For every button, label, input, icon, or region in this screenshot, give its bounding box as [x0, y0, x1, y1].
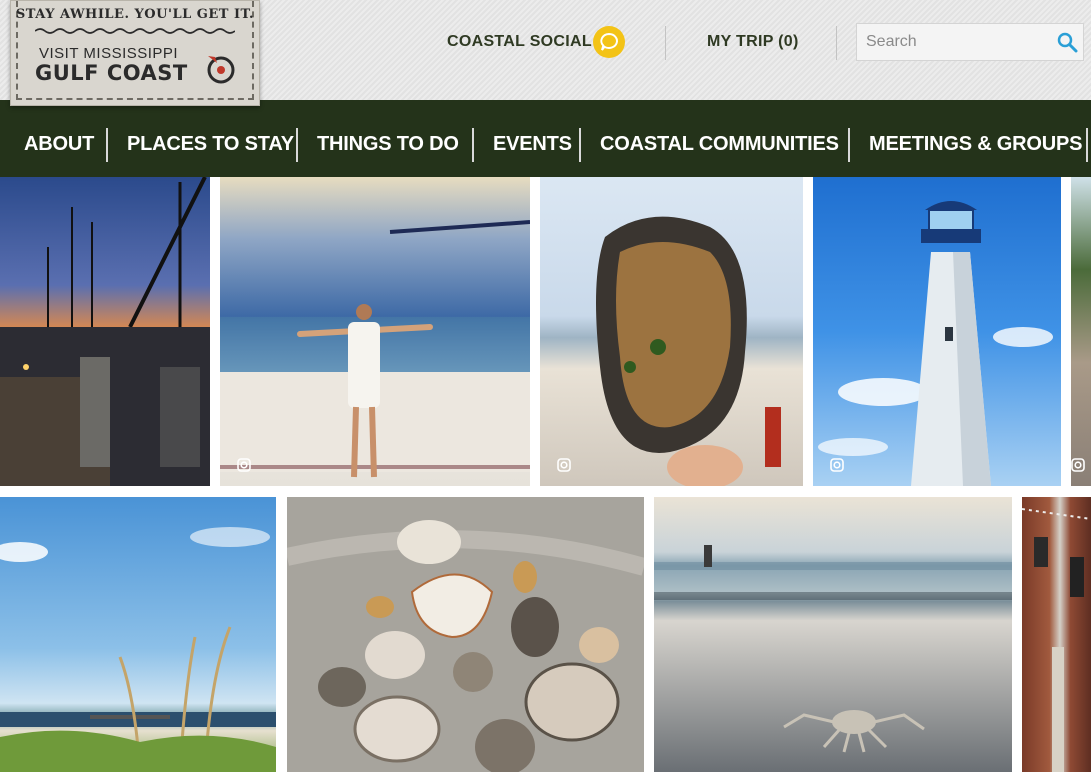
lighthouse-illustration: [818, 201, 1053, 486]
nav-divider: [1086, 128, 1088, 162]
search-box: [856, 23, 1084, 61]
logo-tagline: STAY AWHILE. YOU'LL GET IT.: [15, 7, 255, 22]
search-input[interactable]: [857, 24, 1047, 60]
chat-bubble-icon[interactable]: [593, 26, 625, 58]
header-divider: [836, 26, 837, 60]
nav-item-things-to-do[interactable]: THINGS TO DO: [317, 133, 459, 156]
nav-divider: [848, 128, 850, 162]
instagram-icon: [1071, 458, 1085, 472]
photo-grilled-oyster[interactable]: [540, 177, 803, 486]
mosaic-illustration: [220, 220, 530, 478]
logo-line-visit: VISIT MISSISSIPPI: [39, 45, 179, 62]
my-trip-link[interactable]: MY TRIP (0): [707, 33, 799, 51]
instagram-icon: [237, 458, 251, 472]
nav-item-meetings-groups[interactable]: MEETINGS & GROUPS: [869, 133, 1082, 156]
instagram-icon: [557, 458, 571, 472]
nav-item-about[interactable]: ABOUT: [24, 133, 94, 156]
nav-item-events[interactable]: EVENTS: [493, 133, 572, 156]
brick-building-illustration: [1022, 508, 1091, 772]
site-logo[interactable]: STAY AWHILE. YOU'LL GET IT. VISIT MISSIS…: [10, 0, 260, 106]
logo-wave-divider: [35, 28, 235, 34]
coastal-social-link[interactable]: COASTAL SOCIAL: [447, 33, 592, 51]
photo-partial-edge[interactable]: [1071, 177, 1091, 486]
photo-mosaic-wall-woman[interactable]: [220, 177, 530, 486]
search-icon[interactable]: [1056, 31, 1078, 53]
sea-oats-illustration: [0, 527, 276, 772]
shells-illustration: [287, 520, 644, 772]
target-icon: [207, 56, 235, 84]
photo-shells-on-sand[interactable]: [287, 497, 644, 772]
photo-lighthouse[interactable]: [813, 177, 1061, 486]
photo-marina-sunset[interactable]: [0, 177, 210, 486]
main-nav: ABOUT PLACES TO STAY THINGS TO DO EVENTS…: [0, 100, 1091, 177]
nav-divider: [106, 128, 108, 162]
marina-illustration: [0, 177, 210, 486]
nav-item-coastal-communities[interactable]: COASTAL COMMUNITIES: [600, 133, 839, 156]
photo-brick-building[interactable]: [1022, 497, 1091, 772]
nav-item-places-to-stay[interactable]: PLACES TO STAY: [127, 133, 294, 156]
nav-divider: [296, 128, 298, 162]
logo-line-gulf-coast: GULF COAST: [35, 61, 188, 85]
photo-crab-on-beach[interactable]: [654, 497, 1012, 772]
instagram-icon: [830, 458, 844, 472]
crab-illustration: [654, 545, 1012, 753]
nav-divider: [579, 128, 581, 162]
header-divider: [665, 26, 666, 60]
nav-divider: [472, 128, 474, 162]
photo-sea-oats-beach[interactable]: [0, 497, 276, 772]
site-header: STAY AWHILE. YOU'LL GET IT. VISIT MISSIS…: [0, 0, 1091, 106]
oyster-illustration: [596, 216, 781, 486]
